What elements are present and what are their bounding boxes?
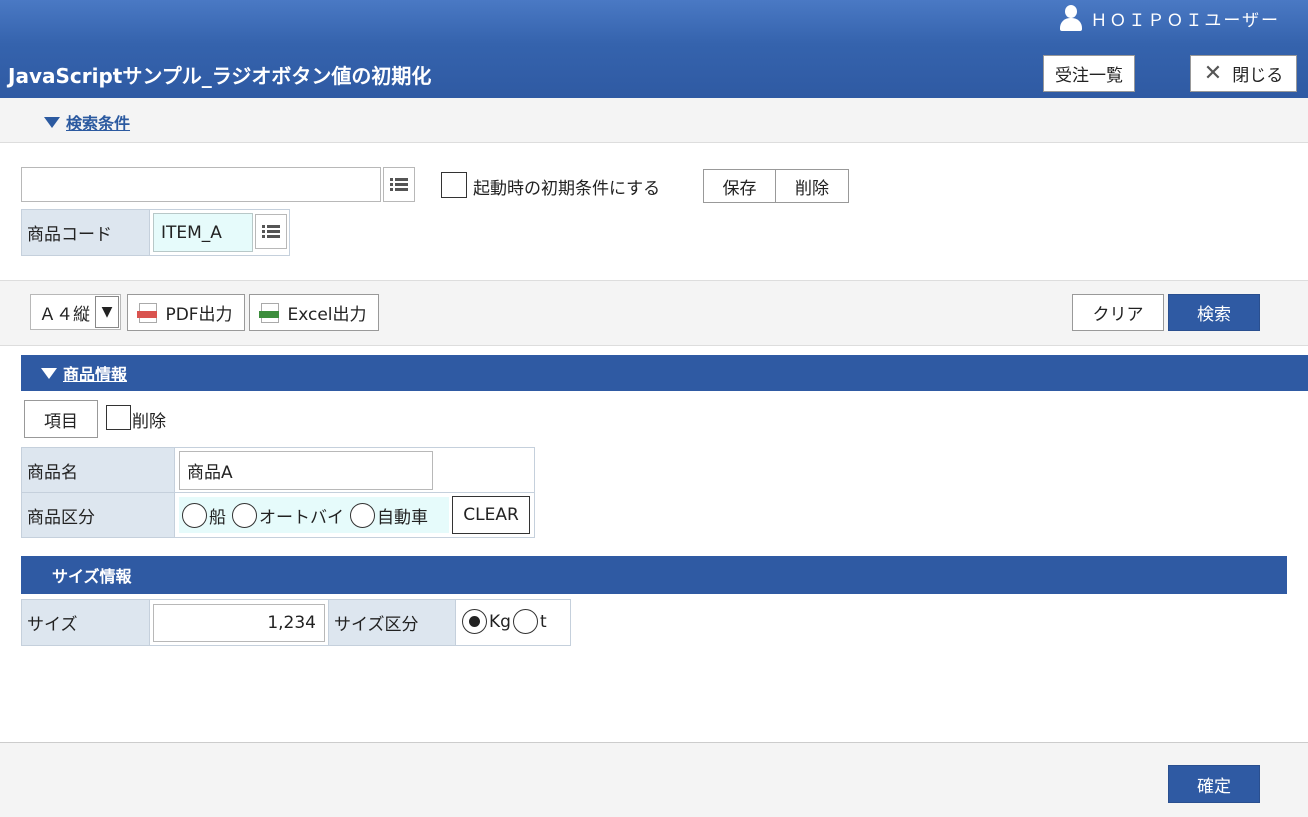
radio-car[interactable] <box>350 502 375 528</box>
close-icon: ✕ <box>1203 60 1223 86</box>
radio-t[interactable] <box>512 609 538 634</box>
startup-default-label: 起動時の初期条件にする <box>473 179 661 199</box>
product-code-list-button[interactable] <box>255 214 287 249</box>
confirm-button[interactable]: 確定 <box>1168 765 1260 803</box>
user-menu[interactable]: ＨＯＩＰＯＩユーザー <box>1060 5 1280 31</box>
category-option-ship[interactable]: 船 <box>182 502 226 528</box>
size-input[interactable]: 1,234 <box>153 604 325 642</box>
condition-list-button[interactable] <box>383 167 415 202</box>
delete-condition-button[interactable]: 削除 <box>775 169 849 203</box>
product-category-label: 商品区分 <box>21 492 175 538</box>
search-conditions-label: 検索条件 <box>66 114 131 133</box>
size-unit-radio-group: Kg t <box>462 609 553 634</box>
close-button-label: 閉じる <box>1232 66 1284 86</box>
radio-motorcycle[interactable] <box>232 502 257 528</box>
order-list-button[interactable]: 受注一覧 <box>1043 55 1135 92</box>
dropdown-arrow-icon: ▼ <box>95 296 119 328</box>
page-title: JavaScriptサンプル_ラジオボタン値の初期化 <box>8 64 432 88</box>
size-info-section-header: サイズ情報 <box>21 556 1287 594</box>
app-header: ＨＯＩＰＯＩユーザー JavaScriptサンプル_ラジオボタン値の初期化 受注… <box>0 0 1308 98</box>
item-settings-button[interactable]: 項目 <box>24 400 98 438</box>
size-info-title: サイズ情報 <box>52 567 132 586</box>
search-condition-input[interactable] <box>21 167 381 202</box>
product-info-section-header[interactable]: 商品情報 <box>21 355 1308 391</box>
product-info-title: 商品情報 <box>63 365 128 384</box>
close-button[interactable]: ✕ 閉じる <box>1190 55 1297 92</box>
user-icon <box>1060 5 1083 31</box>
radio-kg[interactable] <box>462 609 487 634</box>
pdf-export-button[interactable]: PDF出力 <box>127 294 245 331</box>
radio-ship[interactable] <box>182 502 207 528</box>
product-name-label: 商品名 <box>21 447 175 493</box>
pdf-file-icon <box>137 302 158 323</box>
search-conditions-toggle[interactable]: 検索条件 <box>44 110 130 134</box>
unit-option-kg[interactable]: Kg <box>462 609 511 634</box>
search-conditions-bar: 検索条件 <box>0 98 1308 143</box>
product-category-radio-group: 船 オートバイ 自動車 <box>179 497 449 533</box>
clear-button[interactable]: クリア <box>1072 294 1164 331</box>
delete-product-checkbox[interactable] <box>106 405 131 430</box>
save-condition-button[interactable]: 保存 <box>703 169 776 203</box>
search-button[interactable]: 検索 <box>1168 294 1260 331</box>
paper-size-value: Ａ４縦 <box>39 304 90 325</box>
footer-bar <box>0 742 1308 817</box>
size-label: サイズ <box>21 599 150 646</box>
user-name: ＨＯＩＰＯＩユーザー <box>1090 10 1280 31</box>
paper-size-select[interactable]: Ａ４縦 ▼ <box>30 294 121 330</box>
pdf-export-label: PDF出力 <box>165 305 233 325</box>
row-divider <box>175 492 535 493</box>
category-option-car[interactable]: 自動車 <box>350 502 428 528</box>
list-icon <box>262 225 280 238</box>
delete-product-label: 削除 <box>132 412 166 432</box>
collapse-triangle-icon <box>44 116 60 128</box>
collapse-triangle-icon <box>41 367 57 379</box>
category-option-motorcycle[interactable]: オートバイ <box>232 502 344 528</box>
excel-export-button[interactable]: Excel出力 <box>249 294 379 331</box>
product-code-input[interactable]: ITEM_A <box>153 213 253 252</box>
product-name-input[interactable]: 商品A <box>179 451 433 490</box>
size-unit-label: サイズ区分 <box>328 599 456 646</box>
unit-option-t[interactable]: t <box>512 609 547 634</box>
excel-export-label: Excel出力 <box>287 305 367 325</box>
startup-default-checkbox[interactable] <box>441 172 467 198</box>
category-clear-button[interactable]: CLEAR <box>452 496 530 534</box>
excel-file-icon <box>259 302 280 323</box>
list-icon <box>390 178 408 191</box>
product-code-label: 商品コード <box>21 209 150 256</box>
